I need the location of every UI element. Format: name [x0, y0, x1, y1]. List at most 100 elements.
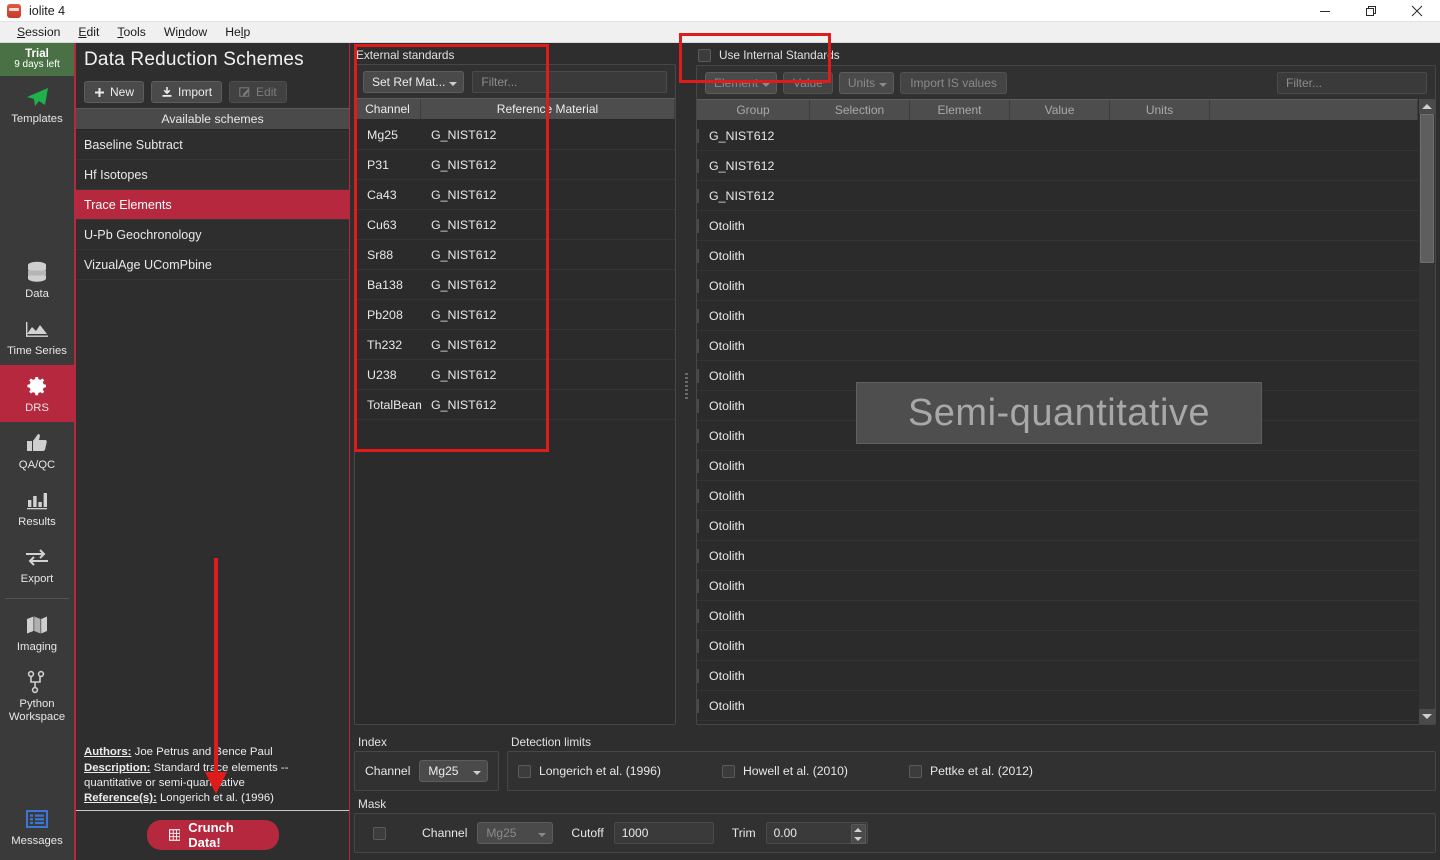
sidebar-item-time-series[interactable]: Time Series [0, 308, 75, 365]
scroll-up-button[interactable] [1419, 99, 1435, 114]
scheme-item-vizualage-ucompbine[interactable]: VizualAge UComPbine [76, 250, 349, 280]
column-header-units[interactable]: Units [1110, 100, 1210, 120]
scroll-down-button[interactable] [1419, 709, 1435, 724]
menu-tools[interactable]: Tools [108, 23, 154, 41]
scheme-item-baseline-subtract[interactable]: Baseline Subtract [76, 130, 349, 160]
spinner-buttons[interactable] [850, 824, 866, 844]
table-row[interactable]: Otolith [697, 661, 1418, 691]
mask-enable-checkbox[interactable] [373, 826, 386, 840]
table-row[interactable]: Otolith [697, 571, 1418, 601]
column-header-value[interactable]: Value [1010, 100, 1110, 120]
spinner-down-icon[interactable] [854, 836, 863, 841]
import-is-values-button[interactable]: Import IS values [900, 72, 1007, 94]
column-header-element[interactable]: Element [910, 100, 1010, 120]
scheme-item-hf-isotopes[interactable]: Hf Isotopes [76, 160, 349, 190]
scrollbar-track[interactable] [1419, 114, 1435, 709]
detection-limit-option-longerich[interactable]: Longerich et al. (1996) [518, 764, 661, 778]
table-row[interactable]: Otolith [697, 481, 1418, 511]
longerich-checkbox[interactable] [518, 764, 531, 778]
table-row[interactable]: Otolith [697, 631, 1418, 661]
table-row[interactable]: Otolith [697, 511, 1418, 541]
menu-window-b: dow [184, 25, 208, 39]
sidebar-item-data[interactable]: Data [0, 251, 75, 308]
sidebar-item-templates[interactable]: Templates [0, 76, 75, 133]
table-row[interactable]: Otolith [697, 451, 1418, 481]
menu-session[interactable]: Session [8, 23, 69, 41]
table-row[interactable]: P31 G_NIST612 [355, 150, 675, 180]
units-dropdown[interactable]: Units [838, 72, 895, 94]
internal-standards-filter-input[interactable]: Filter... [1277, 72, 1427, 94]
table-row[interactable]: Ca43 G_NIST612 [355, 180, 675, 210]
menu-edit[interactable]: Edit [69, 23, 108, 41]
sidebar-item-imaging[interactable]: Imaging [0, 604, 75, 661]
import-scheme-button[interactable]: Import [151, 81, 223, 103]
table-row[interactable]: Otolith [697, 421, 1418, 451]
table-row[interactable]: Otolith [697, 391, 1418, 421]
menu-window[interactable]: Window [155, 23, 216, 41]
sidebar-item-messages[interactable]: Messages [0, 798, 75, 860]
table-row[interactable]: Th232 G_NIST612 [355, 330, 675, 360]
table-row[interactable]: Mg25 G_NIST612 [355, 120, 675, 150]
table-row[interactable]: Otolith [697, 211, 1418, 241]
detection-limit-option-pettke[interactable]: Pettke et al. (2012) [908, 764, 1033, 778]
element-dropdown[interactable]: Element [705, 72, 778, 94]
minimize-button[interactable] [1302, 0, 1348, 22]
sidebar-item-python-workspace[interactable]: Python Workspace [0, 661, 75, 731]
maximize-button[interactable] [1348, 0, 1394, 22]
sidebar-item-results[interactable]: Results [0, 479, 75, 536]
mask-channel-dropdown[interactable]: Mg25 [477, 822, 554, 844]
pettke-checkbox[interactable] [908, 764, 922, 778]
internal-standards-scrollbar[interactable] [1418, 99, 1435, 724]
new-scheme-button[interactable]: New [84, 81, 145, 103]
table-row[interactable]: Otolith [697, 331, 1418, 361]
table-row[interactable]: U238 G_NIST612 [355, 360, 675, 390]
crunch-data-label: Crunch Data! [188, 820, 234, 850]
crunch-data-button[interactable]: Crunch Data! [146, 820, 279, 850]
scheme-item-trace-elements[interactable]: Trace Elements [76, 190, 349, 220]
scheme-item-u-pb-geochronology[interactable]: U-Pb Geochronology [76, 220, 349, 250]
table-row[interactable]: Cu63 G_NIST612 [355, 210, 675, 240]
table-row[interactable]: Otolith [697, 691, 1418, 721]
spinner-up-icon[interactable] [854, 827, 863, 832]
crunch-area: Crunch Data! [76, 811, 349, 860]
column-header-selection[interactable]: Selection [810, 100, 910, 120]
howell-checkbox[interactable] [721, 764, 735, 778]
cell-group: Otolith [697, 338, 810, 353]
table-row[interactable]: Otolith [697, 271, 1418, 301]
table-row[interactable]: TotalBeam G_NIST612 [355, 390, 675, 420]
table-row[interactable]: G_NIST612 [697, 181, 1418, 211]
sidebar-item-drs[interactable]: DRS [0, 364, 75, 422]
cell-group: Otolith [697, 458, 810, 473]
menu-help[interactable]: Help [216, 23, 259, 41]
index-channel-dropdown[interactable]: Mg25 [419, 760, 488, 782]
use-internal-standards-row[interactable]: Use Internal Standards [692, 43, 1440, 65]
edit-scheme-button[interactable]: Edit [229, 81, 287, 103]
panel-splitter-handle[interactable] [680, 43, 692, 729]
table-row[interactable]: G_NIST612 [697, 121, 1418, 151]
column-header-channel[interactable]: Channel [355, 99, 421, 119]
value-button[interactable]: Value [783, 72, 833, 94]
table-row[interactable]: Otolith [697, 541, 1418, 571]
column-header-group[interactable]: Group [697, 100, 810, 120]
column-header-reference-material[interactable]: Reference Material [421, 99, 675, 119]
sidebar-item-export[interactable]: Export [0, 536, 75, 593]
table-row[interactable]: Pb208 G_NIST612 [355, 300, 675, 330]
mask-trim-spinbox[interactable]: 0.00 [765, 822, 868, 844]
scrollbar-thumb[interactable] [1420, 114, 1434, 263]
sidebar-item-qaqc[interactable]: QA/QC [0, 422, 75, 479]
detection-limit-option-howell[interactable]: Howell et al. (2010) [721, 764, 848, 778]
scheme-label: Trace Elements [84, 197, 172, 212]
table-row[interactable]: Otolith [697, 361, 1418, 391]
title-bar: iolite 4 [0, 0, 1440, 22]
external-standards-filter-input[interactable]: Filter... [472, 71, 667, 93]
table-row[interactable]: Otolith [697, 301, 1418, 331]
table-row[interactable]: Sr88 G_NIST612 [355, 240, 675, 270]
mask-cutoff-input[interactable]: 1000 [613, 822, 714, 844]
set-ref-mat-dropdown[interactable]: Set Ref Mat... [363, 71, 465, 93]
use-internal-standards-checkbox[interactable] [698, 48, 711, 62]
table-row[interactable]: Otolith [697, 241, 1418, 271]
close-button[interactable] [1394, 0, 1440, 22]
table-row[interactable]: Otolith [697, 601, 1418, 631]
table-row[interactable]: G_NIST612 [697, 151, 1418, 181]
table-row[interactable]: Ba138 G_NIST612 [355, 270, 675, 300]
